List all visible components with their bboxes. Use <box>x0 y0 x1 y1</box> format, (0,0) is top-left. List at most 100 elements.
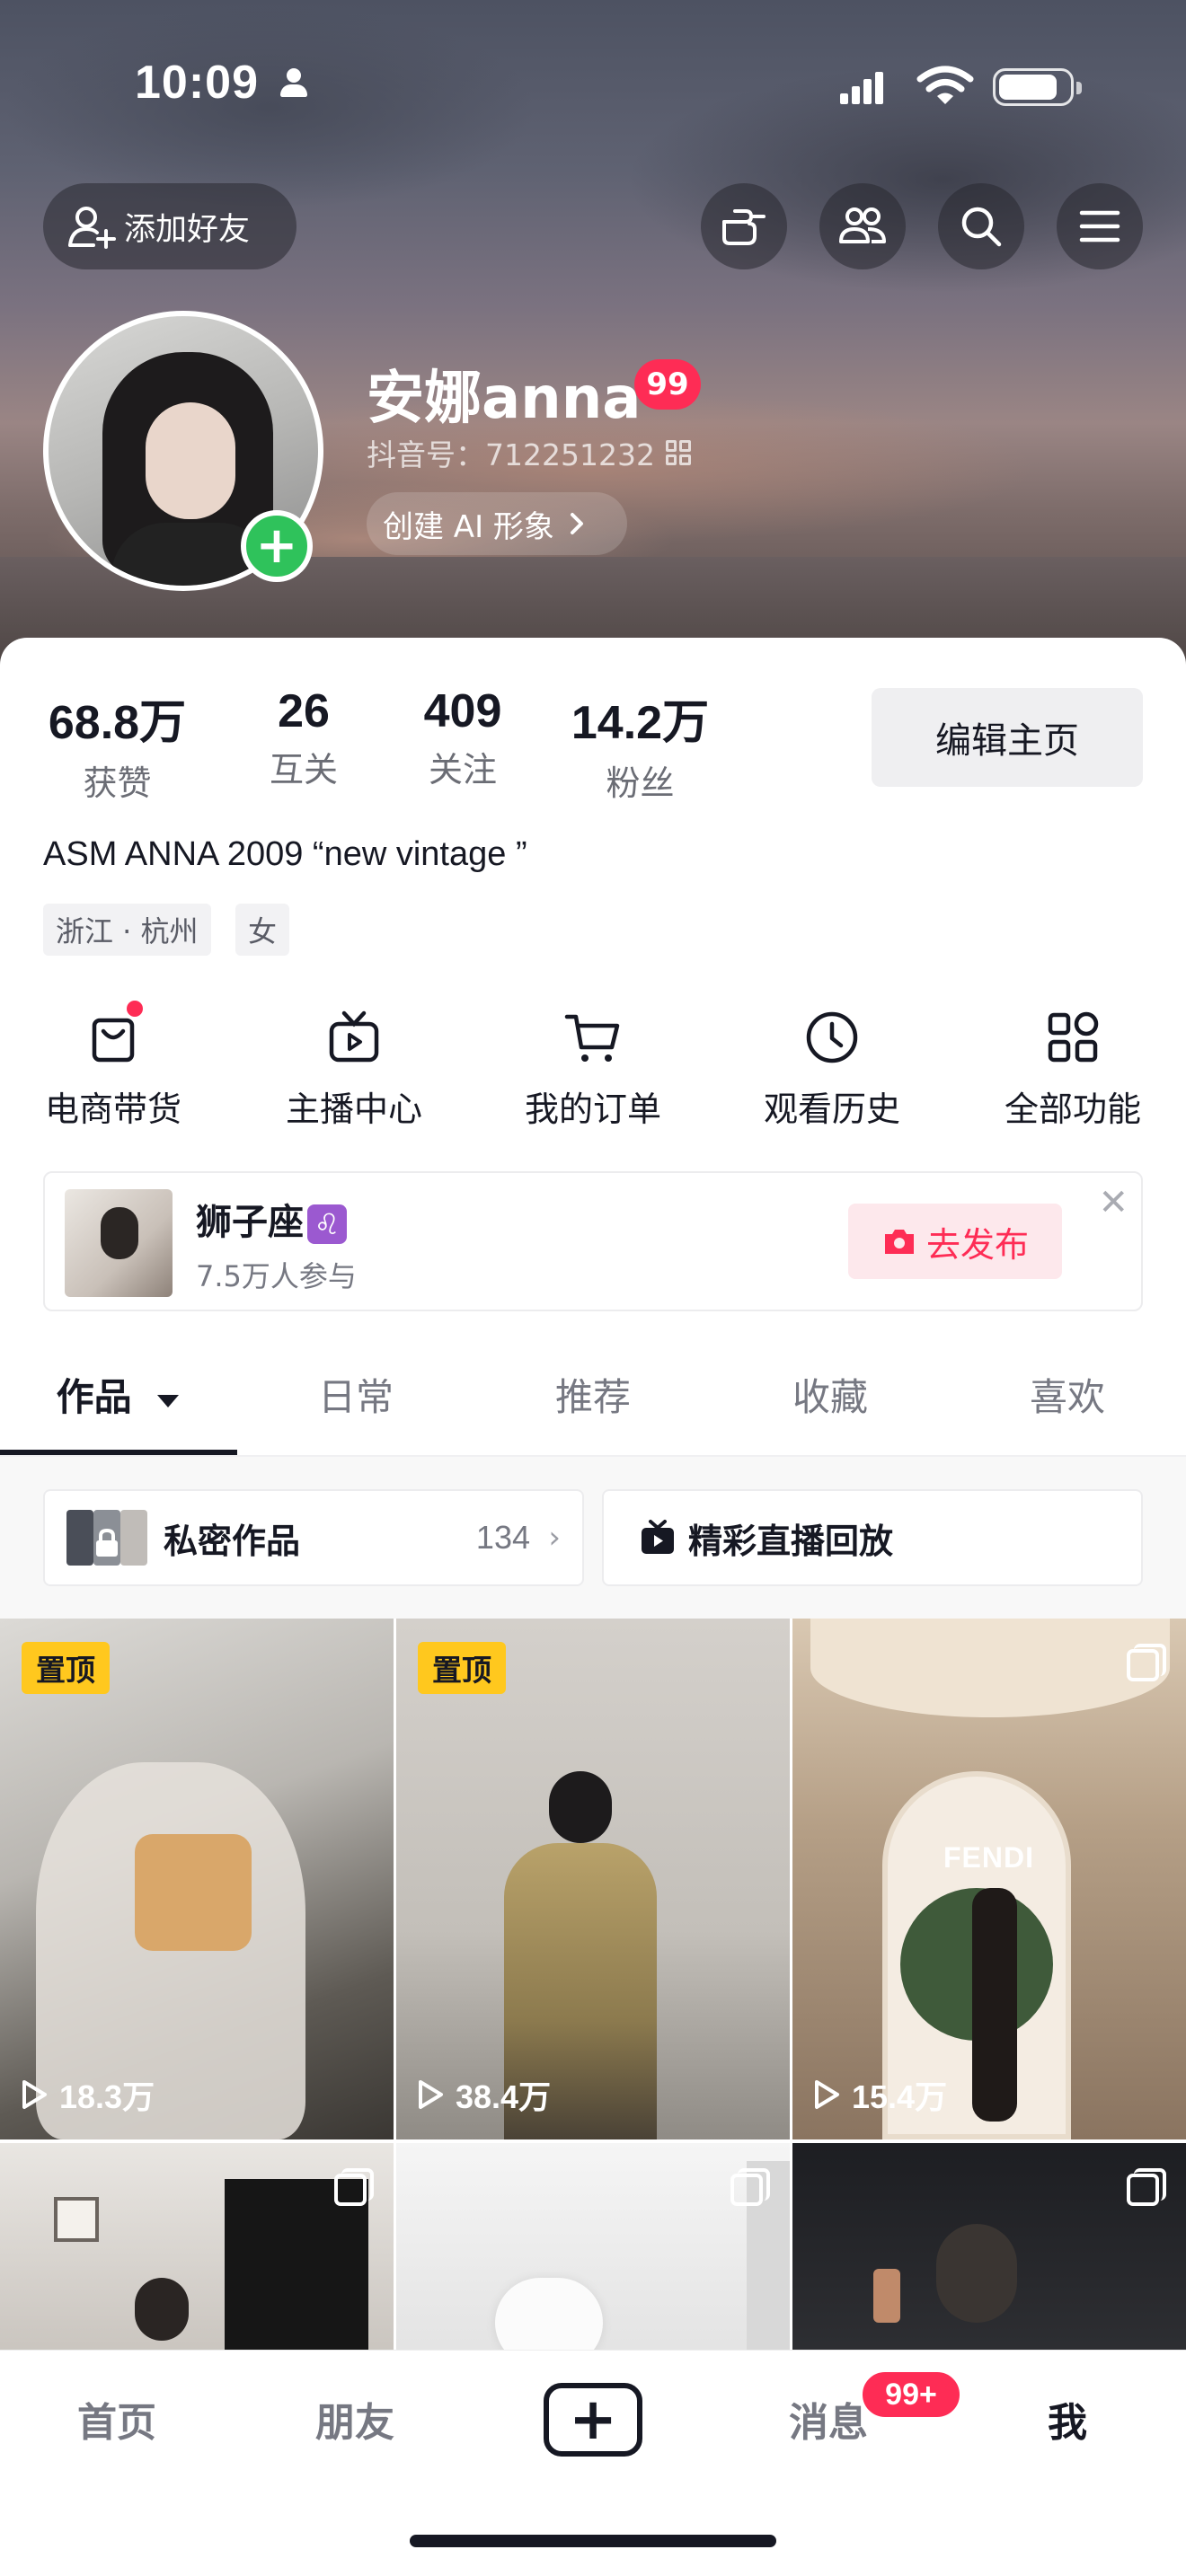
stat-value: 14.2万 <box>571 697 710 749</box>
topic-thumbnail <box>65 1189 173 1297</box>
pinned-badge: 置顶 <box>22 1642 110 1694</box>
video-figure-head <box>549 1771 612 1843</box>
play-count: 15.4万 <box>812 2071 947 2118</box>
leo-zodiac-icon: ♌ <box>307 1204 347 1244</box>
private-works-button[interactable]: 私密作品 134 › <box>43 1489 584 1586</box>
lock-icon <box>96 1528 118 1557</box>
chevron-right-icon: › <box>548 1520 561 1556</box>
profile-stats: 68.8万 获赞 26 互关 409 关注 14.2万 粉丝 <box>43 684 714 805</box>
play-icon <box>419 2080 443 2109</box>
stat-followers[interactable]: 14.2万 粉丝 <box>566 684 714 805</box>
stat-likes[interactable]: 68.8万 获赞 <box>43 684 191 805</box>
friends-icon <box>839 207 886 243</box>
pinned-badge: 置顶 <box>418 1642 506 1694</box>
video-phone <box>873 2269 900 2323</box>
video-thumbnail[interactable]: 置顶 38.4万 <box>396 1619 790 2139</box>
tab-works[interactable]: 作品 <box>0 1367 237 1422</box>
home-indicator[interactable] <box>410 2535 776 2547</box>
function-ecommerce[interactable]: 电商带货 <box>32 1001 194 1131</box>
douyin-id[interactable]: 抖音号：712251232 <box>367 431 691 474</box>
function-streamer-center[interactable]: 主播中心 <box>273 1006 435 1131</box>
nav-home[interactable]: 首页 <box>27 2390 207 2448</box>
create-ai-avatar-button[interactable]: 创建 AI 形象 <box>367 492 627 555</box>
play-count: 18.3万 <box>20 2071 155 2118</box>
function-label: 主播中心 <box>285 1090 422 1129</box>
play-icon <box>815 2080 839 2109</box>
video-figure <box>936 2224 1017 2323</box>
stat-following[interactable]: 409 关注 <box>400 684 526 805</box>
create-ai-label: 创建 AI 形象 <box>383 508 554 545</box>
friends-button[interactable] <box>819 183 906 269</box>
chevron-right-icon <box>570 513 583 534</box>
close-icon[interactable]: ✕ <box>1098 1182 1128 1223</box>
search-button[interactable] <box>938 183 1024 269</box>
function-all-features[interactable]: 全部功能 <box>992 1006 1154 1131</box>
topic-title: 狮子座 ♌ <box>196 1193 347 1245</box>
private-works-label: 私密作品 <box>164 1521 301 1561</box>
topic-card[interactable]: 狮子座 ♌ 7.5万人参与 去发布 ✕ <box>43 1171 1143 1311</box>
live-replay-button[interactable]: 精彩直播回放 <box>602 1489 1143 1586</box>
function-label: 我的订单 <box>524 1090 661 1129</box>
focus-person-icon <box>280 68 307 101</box>
function-watch-history[interactable]: 观看历史 <box>751 1006 913 1131</box>
tab-favorites[interactable]: 收藏 <box>712 1367 949 1422</box>
tab-recommend[interactable]: 推荐 <box>474 1367 712 1422</box>
add-friend-button[interactable]: 添加好友 <box>43 183 296 269</box>
video-thumbnail[interactable]: 置顶 18.3万 <box>0 1619 394 2139</box>
menu-button[interactable] <box>1057 183 1143 269</box>
stat-label: 互关 <box>269 750 338 790</box>
stat-label: 关注 <box>428 750 497 790</box>
tab-likes[interactable]: 喜欢 <box>949 1367 1186 1422</box>
topic-title-text: 狮子座 <box>196 1202 304 1243</box>
play-count-text: 38.4万 <box>456 2078 552 2115</box>
video-thumbnail[interactable] <box>0 2143 394 2359</box>
tv-play-icon <box>323 1006 385 1069</box>
name-badge[interactable]: 99 <box>634 359 701 410</box>
profile-name: 安娜anna <box>367 366 642 432</box>
video-bag <box>135 1834 252 1951</box>
function-label: 电商带货 <box>44 1090 181 1129</box>
play-count: 38.4万 <box>416 2071 551 2118</box>
nav-friends[interactable]: 朋友 <box>265 2390 445 2448</box>
signal-icon <box>840 70 883 104</box>
publish-button[interactable]: 去发布 <box>848 1204 1062 1279</box>
multi-image-icon <box>334 2168 374 2208</box>
live-replay-label: 精彩直播回放 <box>688 1521 894 1561</box>
message-badge: 99+ <box>859 2369 963 2421</box>
tab-daily[interactable]: 日常 <box>237 1367 474 1422</box>
qr-code-icon[interactable] <box>665 440 691 465</box>
live-tv-icon <box>642 1520 674 1554</box>
cart-icon <box>562 1006 624 1069</box>
profile-bio: ASM ANNA 2009 “new vintage ” <box>43 835 527 873</box>
grid-apps-icon <box>1041 1006 1104 1069</box>
status-bar: 10:09 <box>0 0 1186 171</box>
edit-profile-button[interactable]: 编辑主页 <box>872 688 1143 787</box>
shopping-bag-icon <box>82 1001 145 1069</box>
video-umbrellas <box>810 1619 1170 1717</box>
search-icon <box>961 207 1002 247</box>
status-time: 10:09 <box>135 57 259 109</box>
content-tabs: 作品 日常 推荐 收藏 喜欢 <box>0 1338 1186 1455</box>
multi-image-icon <box>1127 1644 1166 1683</box>
menu-icon <box>1079 210 1120 243</box>
multi-image-icon <box>730 2168 770 2208</box>
poke-button[interactable] <box>701 183 787 269</box>
location-tag: 浙江 · 杭州 <box>43 904 211 956</box>
video-thumbnail[interactable]: 15.4万 <box>792 1619 1186 2139</box>
video-thumbnail[interactable] <box>792 2143 1186 2359</box>
private-works-count: 134 <box>475 1519 530 1556</box>
video-thumbnail[interactable] <box>396 2143 790 2359</box>
stat-mutual[interactable]: 26 互关 <box>245 684 362 805</box>
private-thumbnails <box>66 1510 147 1566</box>
stat-label: 粉丝 <box>606 763 675 803</box>
function-my-orders[interactable]: 我的订单 <box>512 1006 674 1131</box>
nav-me[interactable]: 我 <box>978 2390 1157 2448</box>
play-icon <box>22 2080 47 2109</box>
create-post-button[interactable]: + <box>544 2383 642 2457</box>
play-count-text: 18.3万 <box>59 2078 155 2115</box>
poke-icon <box>722 209 766 245</box>
camera-icon <box>884 1230 914 1254</box>
stat-value: 68.8万 <box>48 697 187 749</box>
video-figure <box>972 1888 1017 2122</box>
avatar-add-button[interactable]: + <box>241 510 313 582</box>
